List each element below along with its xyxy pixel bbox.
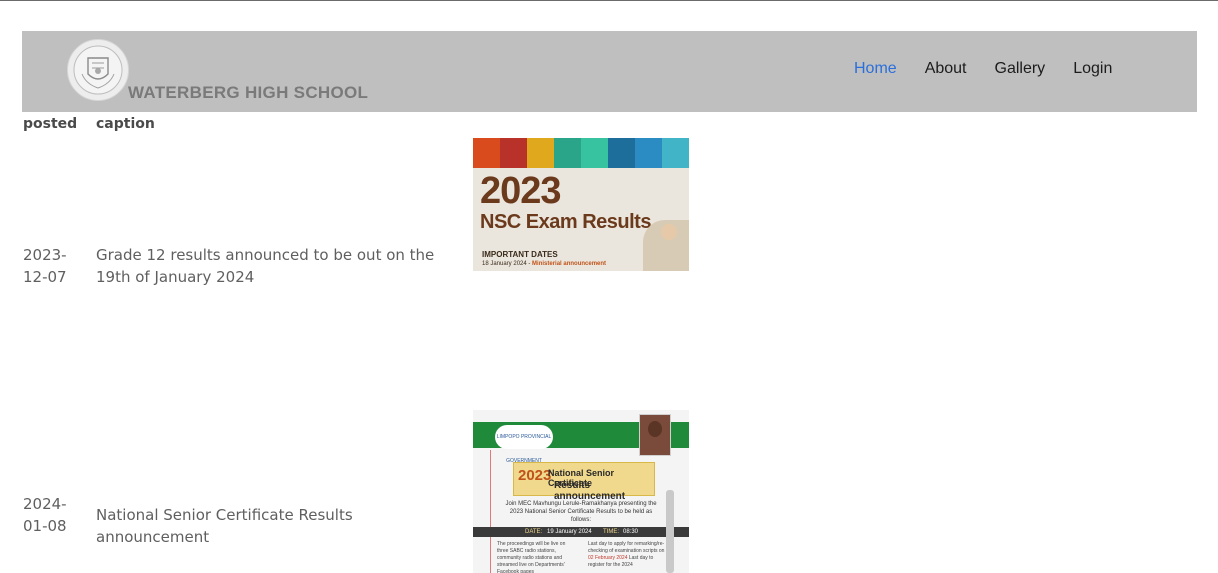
- poster-title: NSC Exam Results: [480, 211, 651, 233]
- poster2-date-bar: DATE: 19 January 2024 TIME: 08:30: [473, 527, 689, 537]
- row-2-caption: National Senior Certificate Results anno…: [96, 506, 353, 546]
- poster2-col-left: The proceedings will be live on three SA…: [497, 541, 566, 573]
- top-border: [0, 0, 1218, 1]
- poster2-body: Join MEC Mavhungu Lerule-Ramakhanya pres…: [505, 501, 657, 523]
- nsc-exam-results-image[interactable]: 2023 NSC Exam Results IMPORTANT DATES 18…: [473, 138, 689, 271]
- poster-dates-heading: IMPORTANT DATES: [482, 250, 558, 259]
- main-nav: Home About Gallery Login: [854, 60, 1140, 78]
- nsc-results-announcement-image[interactable]: LIMPOPO PROVINCIAL GOVERNMENT 2023 Natio…: [473, 410, 689, 573]
- poster2-col-right: Last day to apply for remarking/re-check…: [588, 541, 667, 573]
- nav-home[interactable]: Home: [854, 60, 897, 78]
- poster2-date-value: 19 January 2024: [547, 529, 592, 535]
- poster2-details: The proceedings will be live on three SA…: [497, 541, 667, 573]
- poster2-title-b: Results announcement: [554, 480, 626, 502]
- mec-portrait: [639, 414, 671, 456]
- row-2-posted-date: 2024-01-08: [23, 495, 67, 535]
- poster2-time-value: 08:30: [623, 529, 639, 535]
- pen-graphic: [666, 490, 674, 573]
- poster-year: 2023: [480, 170, 562, 212]
- school-crest-icon[interactable]: [67, 39, 129, 101]
- notebook-margin-line: [490, 450, 491, 573]
- poster-date-line-b: Ministerial announcement: [532, 261, 607, 267]
- nav-about[interactable]: About: [925, 60, 967, 78]
- poster2-col-right-a: Last day to apply for remarking/re-check…: [588, 541, 665, 554]
- poster2-col-right-b: 02 February 2024: [588, 555, 628, 561]
- students-photo: [643, 220, 689, 271]
- school-name: WATERBERG HIGH SCHOOL: [128, 83, 369, 102]
- column-header-posted: posted: [23, 116, 78, 132]
- poster-title-banner: 2023 National Senior Certificate Results…: [513, 462, 655, 502]
- poster-date-line: 18 January 2024 - Ministerial announceme…: [482, 261, 606, 267]
- poster2-date-label: DATE:: [525, 529, 543, 535]
- navbar: WATERBERG HIGH SCHOOL Home About Gallery…: [22, 31, 1197, 112]
- poster2-time-label: TIME:: [603, 529, 619, 535]
- column-header-caption: caption: [96, 116, 155, 132]
- poster-pattern-band: [473, 138, 689, 168]
- row-1-posted-date: 2023-12-07: [23, 246, 67, 286]
- row-1-caption: Grade 12 results announced to be out on …: [96, 246, 435, 286]
- poster-date-line-a: 18 January 2024 -: [482, 261, 533, 267]
- nav-login[interactable]: Login: [1073, 60, 1112, 78]
- poster2-year: 2023: [518, 467, 552, 484]
- limpopo-logo: LIMPOPO PROVINCIAL GOVERNMENT: [495, 425, 553, 464]
- nav-gallery[interactable]: Gallery: [995, 60, 1046, 78]
